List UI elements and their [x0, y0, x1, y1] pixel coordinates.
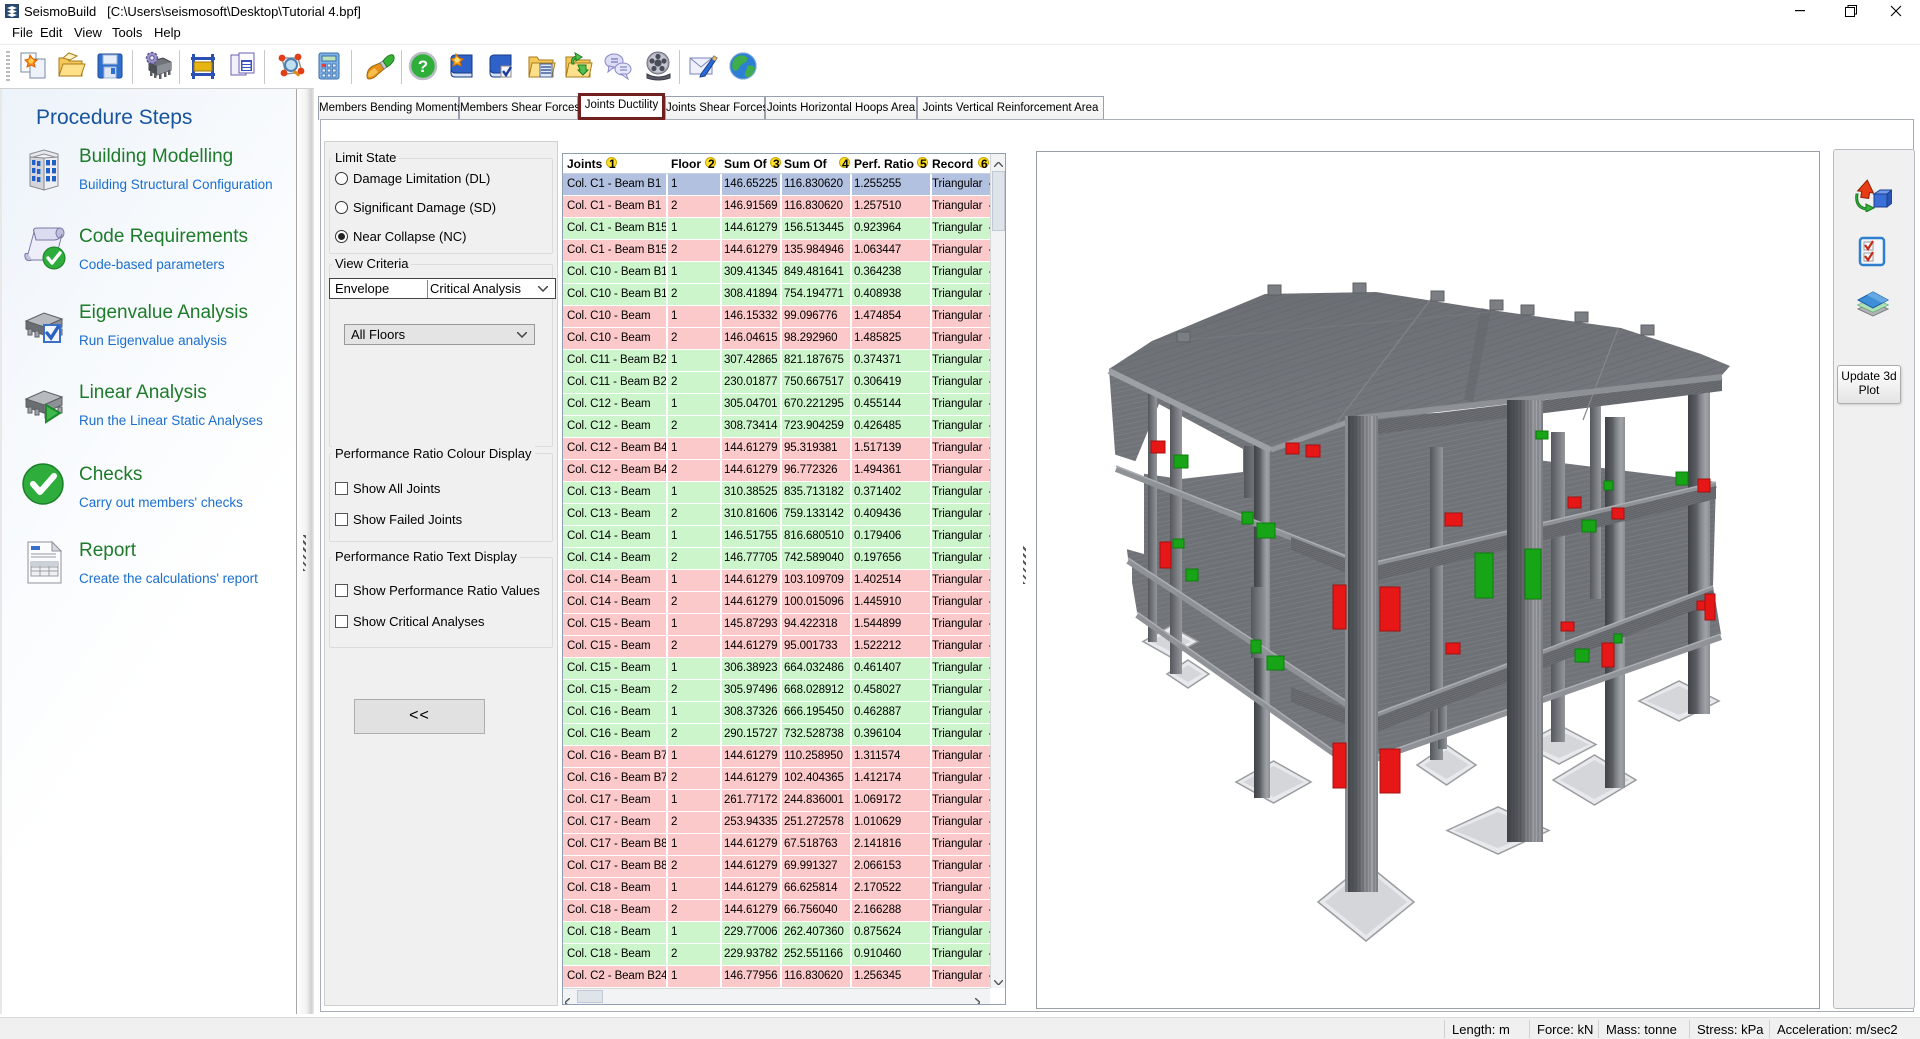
svg-text:?: ? — [418, 57, 428, 76]
